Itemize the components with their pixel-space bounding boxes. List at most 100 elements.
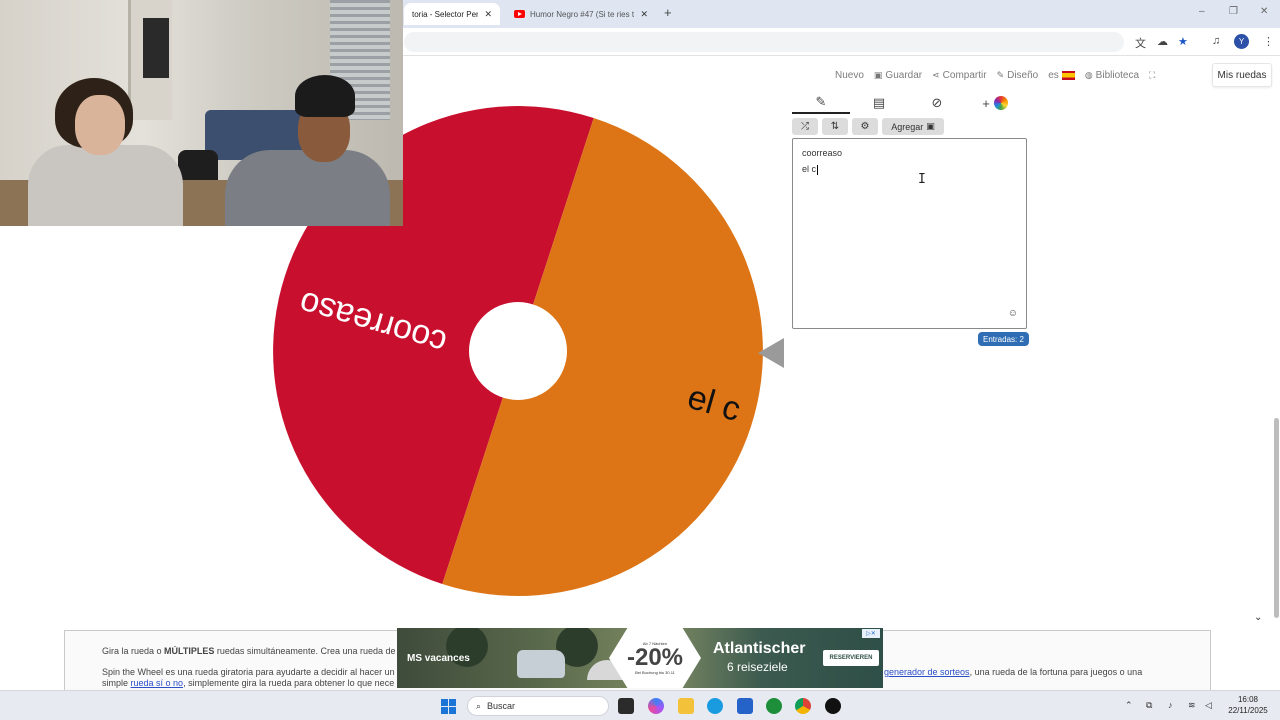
edge-icon[interactable] — [707, 698, 723, 714]
minimize-button[interactable]: – — [1199, 6, 1205, 17]
ad-title: Atlantischer — [713, 640, 806, 657]
text-cursor-icon: I — [918, 172, 926, 187]
taskbar-search-label: Buscar — [487, 701, 516, 711]
copilot-icon[interactable] — [648, 698, 664, 714]
scrollbar-thumb[interactable] — [1274, 418, 1279, 618]
entry-line: coorreaso — [802, 148, 843, 158]
shuffle-icon: ⤮ — [801, 121, 809, 132]
nav-nuevo[interactable]: Nuevo — [835, 70, 864, 81]
desc-text: simple — [102, 678, 131, 688]
system-clock[interactable]: 16:08 22/11/2025 — [1224, 694, 1272, 716]
file-explorer-icon[interactable] — [678, 698, 694, 714]
search-icon: ⌕ — [476, 700, 482, 711]
description-line-1: Gira la rueda o MÚLTIPLES ruedas simultá… — [102, 646, 402, 656]
media-icon[interactable]: ♫ — [1212, 35, 1220, 47]
nav-fullscreen[interactable]: ⛶ — [1149, 70, 1155, 81]
entries-count-badge: Entradas: 2 — [978, 332, 1029, 346]
page-scrollbar[interactable] — [1273, 90, 1280, 620]
star-icon[interactable]: ★ — [1178, 35, 1188, 48]
pencil-icon: ✎ — [996, 69, 1005, 80]
emoji-icon[interactable]: ☺ — [1008, 308, 1018, 319]
windows-taskbar: ⌕ Buscar ⌃ ⧉ ♪ ≋ ◁ 16:08 22/11/2025 — [0, 690, 1280, 720]
image-icon: ▣ — [926, 121, 935, 131]
wheel-center-hub[interactable] — [469, 302, 567, 400]
shuffle-button[interactable]: ⤮ — [792, 118, 818, 135]
share-icon: ⋖ — [932, 69, 940, 80]
tab-hidden[interactable]: ⊘ — [908, 92, 966, 114]
entries-textarea[interactable]: coorreaso el c ☺ — [792, 138, 1027, 329]
agregar-image-button[interactable]: Agregar ▣ — [882, 118, 944, 135]
tab-edit[interactable]: ✎ — [792, 92, 850, 114]
spain-flag-icon — [1061, 70, 1075, 80]
close-tab-icon[interactable]: ✕ — [484, 9, 492, 20]
app-icon[interactable] — [825, 698, 841, 714]
nav-biblioteca-label: Biblioteca — [1095, 69, 1140, 81]
agregar-label: Agregar — [891, 121, 924, 132]
eye-slash-icon: ⊘ — [931, 95, 943, 110]
translate-icon[interactable]: 文 — [1135, 35, 1146, 51]
nav-compartir[interactable]: ⋖ Compartir — [932, 70, 986, 81]
sorteo-generator-link[interactable]: generador de sorteos — [884, 667, 970, 677]
nav-language[interactable]: es — [1048, 70, 1075, 81]
tab-title: toria - Selector Perso — [412, 9, 479, 19]
language-code: es — [1048, 69, 1059, 81]
windows-start-icon[interactable] — [441, 699, 456, 714]
close-tab-icon[interactable]: ✕ — [640, 9, 648, 20]
panel-buttons: ⤮ ⇅ ⚙ Agregar ▣ — [792, 118, 944, 135]
youtube-icon — [514, 10, 525, 18]
task-view-icon[interactable] — [618, 698, 634, 714]
ad-subtitle: 6 reiseziele — [727, 660, 788, 674]
wheel-pointer-icon — [758, 338, 784, 368]
chevron-up-icon[interactable]: ⌃ — [1125, 700, 1133, 711]
ad-brand: MS vacances — [407, 653, 470, 664]
cloud-save-icon[interactable]: ☁ — [1157, 35, 1168, 48]
ad-banner[interactable]: MS vacances Ab 7 Nächten -20% Bei Buchun… — [397, 628, 883, 688]
volume-icon[interactable]: ◁ — [1205, 700, 1212, 711]
nav-guardar-label: Guardar — [885, 69, 923, 81]
address-bar[interactable] — [404, 32, 1124, 52]
tab-selector[interactable]: toria - Selector Perso ✕ — [404, 3, 500, 25]
wifi-icon[interactable]: ≋ — [1188, 700, 1196, 711]
pencil-icon: ✎ — [815, 94, 827, 109]
desc-text: , una rueda de la fortuna para juegos o … — [969, 667, 1143, 677]
color-wheel-icon — [993, 96, 1008, 110]
globe-icon: ◍ — [1084, 69, 1093, 80]
advanced-settings-button[interactable]: ⚙ — [852, 118, 878, 135]
sort-icon: ⇅ — [830, 121, 840, 132]
ad-badge-caption: Bei Buchung bis 30.11 — [635, 670, 675, 675]
menu-icon[interactable]: ⋮ — [1263, 35, 1274, 48]
mis-ruedas-button[interactable]: Mis ruedas — [1212, 63, 1272, 87]
microphone-icon[interactable]: ♪ — [1168, 700, 1173, 710]
plus-icon: + — [982, 95, 990, 111]
yes-no-wheel-link[interactable]: rueda sí o no — [131, 678, 184, 688]
xbox-icon[interactable] — [766, 698, 782, 714]
desc-text: Gira la rueda o — [102, 646, 165, 656]
ad-reserve-button[interactable]: RESERVIEREN — [823, 650, 879, 666]
sort-button[interactable]: ⇅ — [822, 118, 848, 135]
ad-choices-icon[interactable]: ▷✕ — [862, 629, 880, 638]
close-window-button[interactable]: ✕ — [1260, 6, 1268, 17]
chrome-icon[interactable] — [795, 698, 811, 714]
ad-discount-badge: Ab 7 Nächten -20% Bei Buchung bis 30.11 — [609, 628, 701, 688]
site-nav: Nuevo ▣ Guardar ⋖ Compartir ✎ Diseño es ◍ Bi… — [835, 66, 1275, 84]
desc-text: , simplemente gira la rueda para obtener… — [183, 678, 395, 688]
new-tab-button[interactable]: + — [664, 5, 672, 20]
nav-biblioteca[interactable]: ◍ Biblioteca — [1085, 70, 1139, 81]
chevron-down-icon[interactable]: ⌄ — [1254, 612, 1262, 623]
clipboard-icon: ▤ — [872, 95, 886, 110]
taskbar-search[interactable]: ⌕ Buscar — [467, 696, 609, 716]
fullscreen-icon: ⛶ — [1149, 69, 1156, 80]
nav-guardar[interactable]: ▣ Guardar — [874, 70, 922, 81]
tab-add-color[interactable]: + — [966, 92, 1024, 114]
restore-button[interactable]: ❐ — [1229, 6, 1238, 17]
ad-van — [517, 650, 565, 678]
profile-icon[interactable]: Y — [1234, 34, 1249, 49]
tab-youtube[interactable]: Humor Negro #47 (Si te ries te ✕ — [506, 3, 656, 25]
description-line-right: generador de sorteos, una rueda de la fo… — [884, 667, 1164, 677]
clock-date: 22/11/2025 — [1228, 706, 1268, 715]
store-icon[interactable] — [737, 698, 753, 714]
nav-diseno[interactable]: ✎ Diseño — [997, 70, 1039, 81]
tab-results[interactable]: ▤ — [850, 92, 908, 114]
network-icon[interactable]: ⧉ — [1146, 700, 1152, 711]
nav-compartir-label: Compartir — [942, 69, 987, 81]
